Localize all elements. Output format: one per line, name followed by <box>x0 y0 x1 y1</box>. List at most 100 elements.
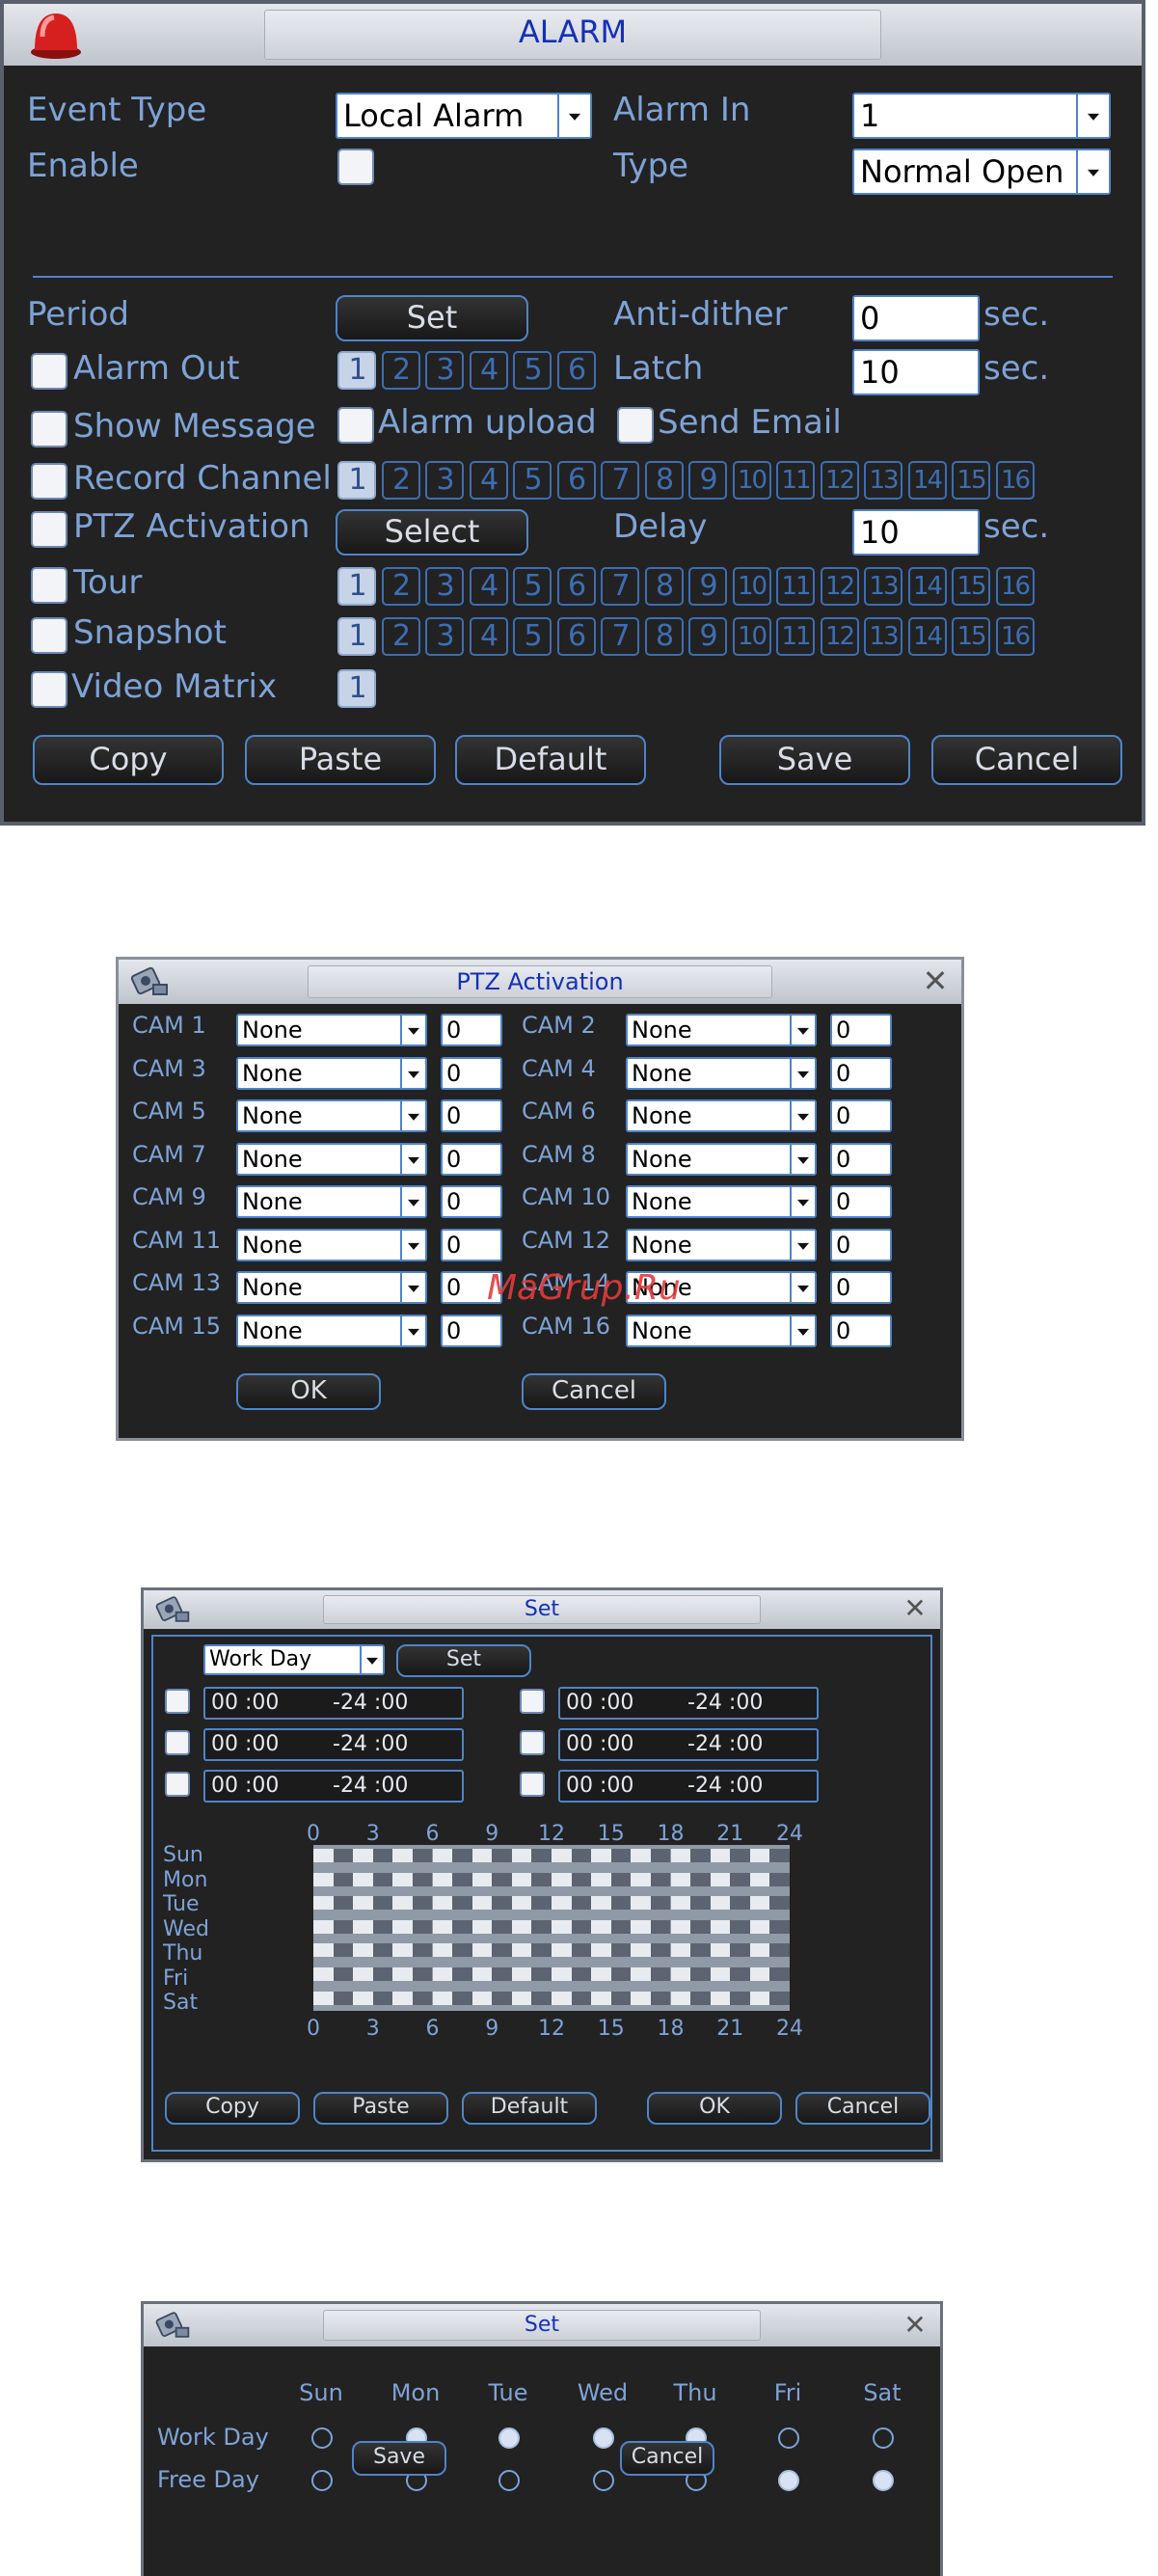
schedule-cell[interactable] <box>452 1896 472 1911</box>
cam-preset-select[interactable]: None <box>236 1314 427 1347</box>
ok-button[interactable]: OK <box>647 2092 782 2125</box>
schedule-cell[interactable] <box>769 1919 790 1934</box>
schedule-cell[interactable] <box>670 1872 691 1886</box>
channel-13-toggle[interactable]: 13 <box>864 461 902 500</box>
cam-number-input[interactable]: 0 <box>830 1271 892 1304</box>
schedule-cell[interactable] <box>610 1896 632 1911</box>
schedule-cell[interactable] <box>353 1849 373 1862</box>
type-select[interactable]: Normal Open <box>852 149 1111 195</box>
schedule-cell[interactable] <box>552 1872 572 1886</box>
schedule-cell[interactable] <box>690 1919 711 1934</box>
day-type-select[interactable]: Work Day <box>203 1644 385 1675</box>
chevron-down-icon[interactable] <box>790 1273 815 1302</box>
cam-preset-select[interactable]: None <box>626 1056 817 1090</box>
schedule-cell[interactable] <box>730 1991 750 2005</box>
chevron-down-icon[interactable] <box>1076 95 1109 137</box>
period-checkbox[interactable] <box>165 1689 190 1714</box>
schedule-cell[interactable] <box>730 1919 750 1934</box>
schedule-cell[interactable] <box>730 1896 750 1911</box>
cam-preset-select[interactable]: None <box>236 1014 427 1046</box>
cancel-button[interactable]: Cancel <box>931 735 1122 785</box>
channel-3-toggle[interactable]: 3 <box>425 617 464 656</box>
time-range-field[interactable]: 00 :00 -24 :00 <box>558 1728 819 1761</box>
schedule-cell[interactable] <box>353 1991 373 2005</box>
schedule-cell[interactable] <box>492 1849 512 1862</box>
schedule-cell[interactable] <box>333 1943 354 1958</box>
cam-preset-select[interactable]: None <box>236 1228 427 1261</box>
channel-1-toggle[interactable]: 1 <box>337 567 376 606</box>
cam-preset-select[interactable]: None <box>626 1099 817 1132</box>
channel-16-toggle[interactable]: 16 <box>995 567 1035 606</box>
schedule-cell[interactable] <box>769 1943 790 1958</box>
channel-7-toggle[interactable]: 7 <box>601 461 639 500</box>
paste-button[interactable]: Paste <box>245 735 436 785</box>
schedule-cell[interactable] <box>313 1896 334 1911</box>
schedule-cell[interactable] <box>690 1943 711 1958</box>
schedule-cell[interactable] <box>769 1849 790 1862</box>
schedule-cell[interactable] <box>769 1872 790 1886</box>
schedule-cell[interactable] <box>511 1967 532 1981</box>
schedule-cell[interactable] <box>432 1872 453 1886</box>
schedule-cell[interactable] <box>710 1872 731 1886</box>
schedule-cell[interactable] <box>749 1896 770 1911</box>
close-icon[interactable]: ✕ <box>919 963 952 998</box>
schedule-cell[interactable] <box>631 1967 651 1981</box>
channel-1-toggle[interactable]: 1 <box>337 669 376 708</box>
schedule-cell[interactable] <box>333 1919 354 1934</box>
channel-12-toggle[interactable]: 12 <box>820 617 859 656</box>
schedule-cell[interactable] <box>432 1849 453 1862</box>
ptz-cancel-button[interactable]: Cancel <box>522 1373 666 1410</box>
schedule-cell[interactable] <box>571 1967 592 1981</box>
alarm-in-select[interactable]: 1 <box>852 93 1111 139</box>
schedule-cell[interactable] <box>591 1967 611 1981</box>
cam-number-input[interactable]: 0 <box>830 1185 892 1218</box>
channel-3-toggle[interactable]: 3 <box>425 351 464 390</box>
schedule-cell[interactable] <box>552 1991 572 2005</box>
cam-number-input[interactable]: 0 <box>830 1014 892 1046</box>
schedule-cell[interactable] <box>392 1872 413 1886</box>
schedule-cell[interactable] <box>372 1872 393 1886</box>
period-checkbox[interactable] <box>520 1772 545 1797</box>
schedule-cell[interactable] <box>631 1849 651 1862</box>
schedule-cell[interactable] <box>412 1919 433 1934</box>
schedule-cell[interactable] <box>353 1872 373 1886</box>
channel-8-toggle[interactable]: 8 <box>644 567 684 606</box>
cam-number-input[interactable]: 0 <box>441 1142 502 1176</box>
schedule-cell[interactable] <box>571 1872 592 1886</box>
channel-5-toggle[interactable]: 5 <box>513 567 552 606</box>
schedule-cell[interactable] <box>492 1943 512 1958</box>
ptz-activation-checkbox[interactable] <box>31 511 67 548</box>
schedule-cell[interactable] <box>769 1896 790 1911</box>
cam-number-input[interactable]: 0 <box>441 1314 502 1347</box>
channel-11-toggle[interactable]: 11 <box>776 461 815 500</box>
chevron-down-icon[interactable] <box>790 1315 815 1345</box>
channel-6-toggle[interactable]: 6 <box>556 351 596 390</box>
day-radio[interactable] <box>498 2427 520 2449</box>
channel-2-toggle[interactable]: 2 <box>381 351 420 390</box>
schedule-cell[interactable] <box>610 1919 632 1934</box>
chevron-down-icon[interactable] <box>790 1144 815 1174</box>
schedule-cell[interactable] <box>412 1967 433 1981</box>
chevron-down-icon[interactable] <box>557 95 590 137</box>
schedule-cell[interactable] <box>631 1991 651 2005</box>
schedule-cell[interactable] <box>471 1919 493 1934</box>
record-channel-checkbox[interactable] <box>31 463 67 500</box>
schedule-cell[interactable] <box>710 1943 731 1958</box>
enable-checkbox[interactable] <box>337 149 374 185</box>
set-day-button[interactable]: Set <box>396 1644 531 1677</box>
cam-number-input[interactable]: 0 <box>441 1228 502 1261</box>
channel-16-toggle[interactable]: 16 <box>995 461 1035 500</box>
paste-button[interactable]: Paste <box>313 2092 448 2125</box>
schedule-cell[interactable] <box>392 1967 413 1981</box>
channel-13-toggle[interactable]: 13 <box>864 617 902 656</box>
cam-preset-select[interactable]: None <box>236 1271 427 1304</box>
schedule-cell[interactable] <box>552 1896 572 1911</box>
schedule-cell[interactable] <box>571 1849 592 1862</box>
chevron-down-icon[interactable] <box>790 1230 815 1260</box>
schedule-cell[interactable] <box>471 1849 493 1862</box>
cam-number-input[interactable]: 0 <box>441 1056 502 1090</box>
channel-6-toggle[interactable]: 6 <box>556 617 596 656</box>
schedule-cell[interactable] <box>610 1872 632 1886</box>
schedule-cell[interactable] <box>511 1943 532 1958</box>
channel-2-toggle[interactable]: 2 <box>381 617 420 656</box>
